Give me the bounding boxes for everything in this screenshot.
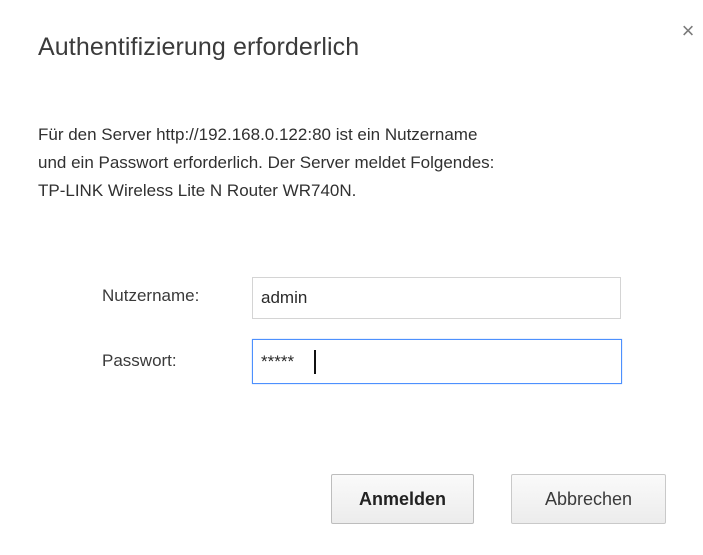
message-line: TP-LINK Wireless Lite N Router WR740N. [38,181,357,200]
cancel-button[interactable]: Abbrechen [511,474,666,524]
auth-dialog: Authentifizierung erforderlich × Für den… [0,0,703,555]
password-label: Passwort: [102,351,177,370]
username-input[interactable] [252,277,621,319]
text-caret [314,350,316,374]
close-icon[interactable]: × [679,20,697,42]
auth-message: Für den Server http://192.168.0.122:80 i… [38,121,688,205]
username-label: Nutzername: [102,286,200,305]
login-button[interactable]: Anmelden [331,474,474,524]
dialog-title: Authentifizierung erforderlich [38,33,360,61]
message-line: Für den Server http://192.168.0.122:80 i… [38,125,478,144]
message-line: und ein Passwort erforderlich. Der Serve… [38,153,495,172]
password-input[interactable] [252,339,622,384]
